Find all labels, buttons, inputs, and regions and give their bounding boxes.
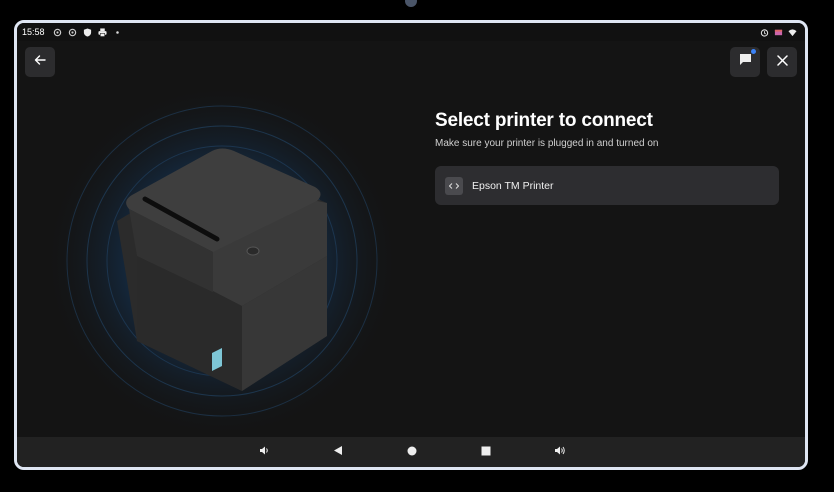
- home-icon: [407, 443, 417, 461]
- print-icon: [97, 27, 107, 37]
- support-chat-button[interactable]: [730, 47, 760, 77]
- volume-up-button[interactable]: [545, 437, 575, 467]
- printer-illustration: [37, 81, 407, 441]
- device-screen: 15:58 Select printer to connect Make sur…: [14, 20, 808, 470]
- notification-dot: [751, 49, 756, 54]
- front-camera: [405, 0, 417, 7]
- page-title: Select printer to connect: [435, 110, 653, 131]
- status-time: 15:58: [22, 27, 45, 37]
- dot-icon: [113, 28, 122, 37]
- settings-icon: [53, 28, 62, 37]
- nav-home-button[interactable]: [397, 437, 427, 467]
- printer-list-item[interactable]: Epson TM Printer: [435, 166, 779, 205]
- nav-recents-button[interactable]: [471, 437, 501, 467]
- settings-icon: [68, 28, 77, 37]
- nav-back-button[interactable]: [323, 437, 353, 467]
- back-icon: [333, 443, 343, 461]
- wifi-icon: [788, 28, 797, 37]
- alarm-icon: [760, 28, 769, 37]
- shield-icon: [83, 27, 92, 37]
- navigation-bar: [17, 437, 805, 467]
- page-subtitle: Make sure your printer is plugged in and…: [435, 138, 659, 149]
- app-screen: Select printer to connect Make sure your…: [17, 41, 805, 441]
- status-bar: 15:58: [17, 23, 805, 41]
- volume-up-icon: [554, 443, 566, 461]
- printer-name: Epson TM Printer: [472, 179, 554, 192]
- connection-icon: [445, 176, 463, 195]
- sim-icon: [774, 28, 783, 37]
- close-button[interactable]: [767, 47, 797, 77]
- arrow-left-icon: [34, 53, 46, 71]
- close-icon: [776, 53, 788, 71]
- volume-down-icon: [259, 443, 270, 461]
- recents-icon: [481, 443, 491, 461]
- chat-icon: [739, 53, 752, 71]
- back-button[interactable]: [25, 47, 55, 77]
- volume-down-button[interactable]: [249, 437, 279, 467]
